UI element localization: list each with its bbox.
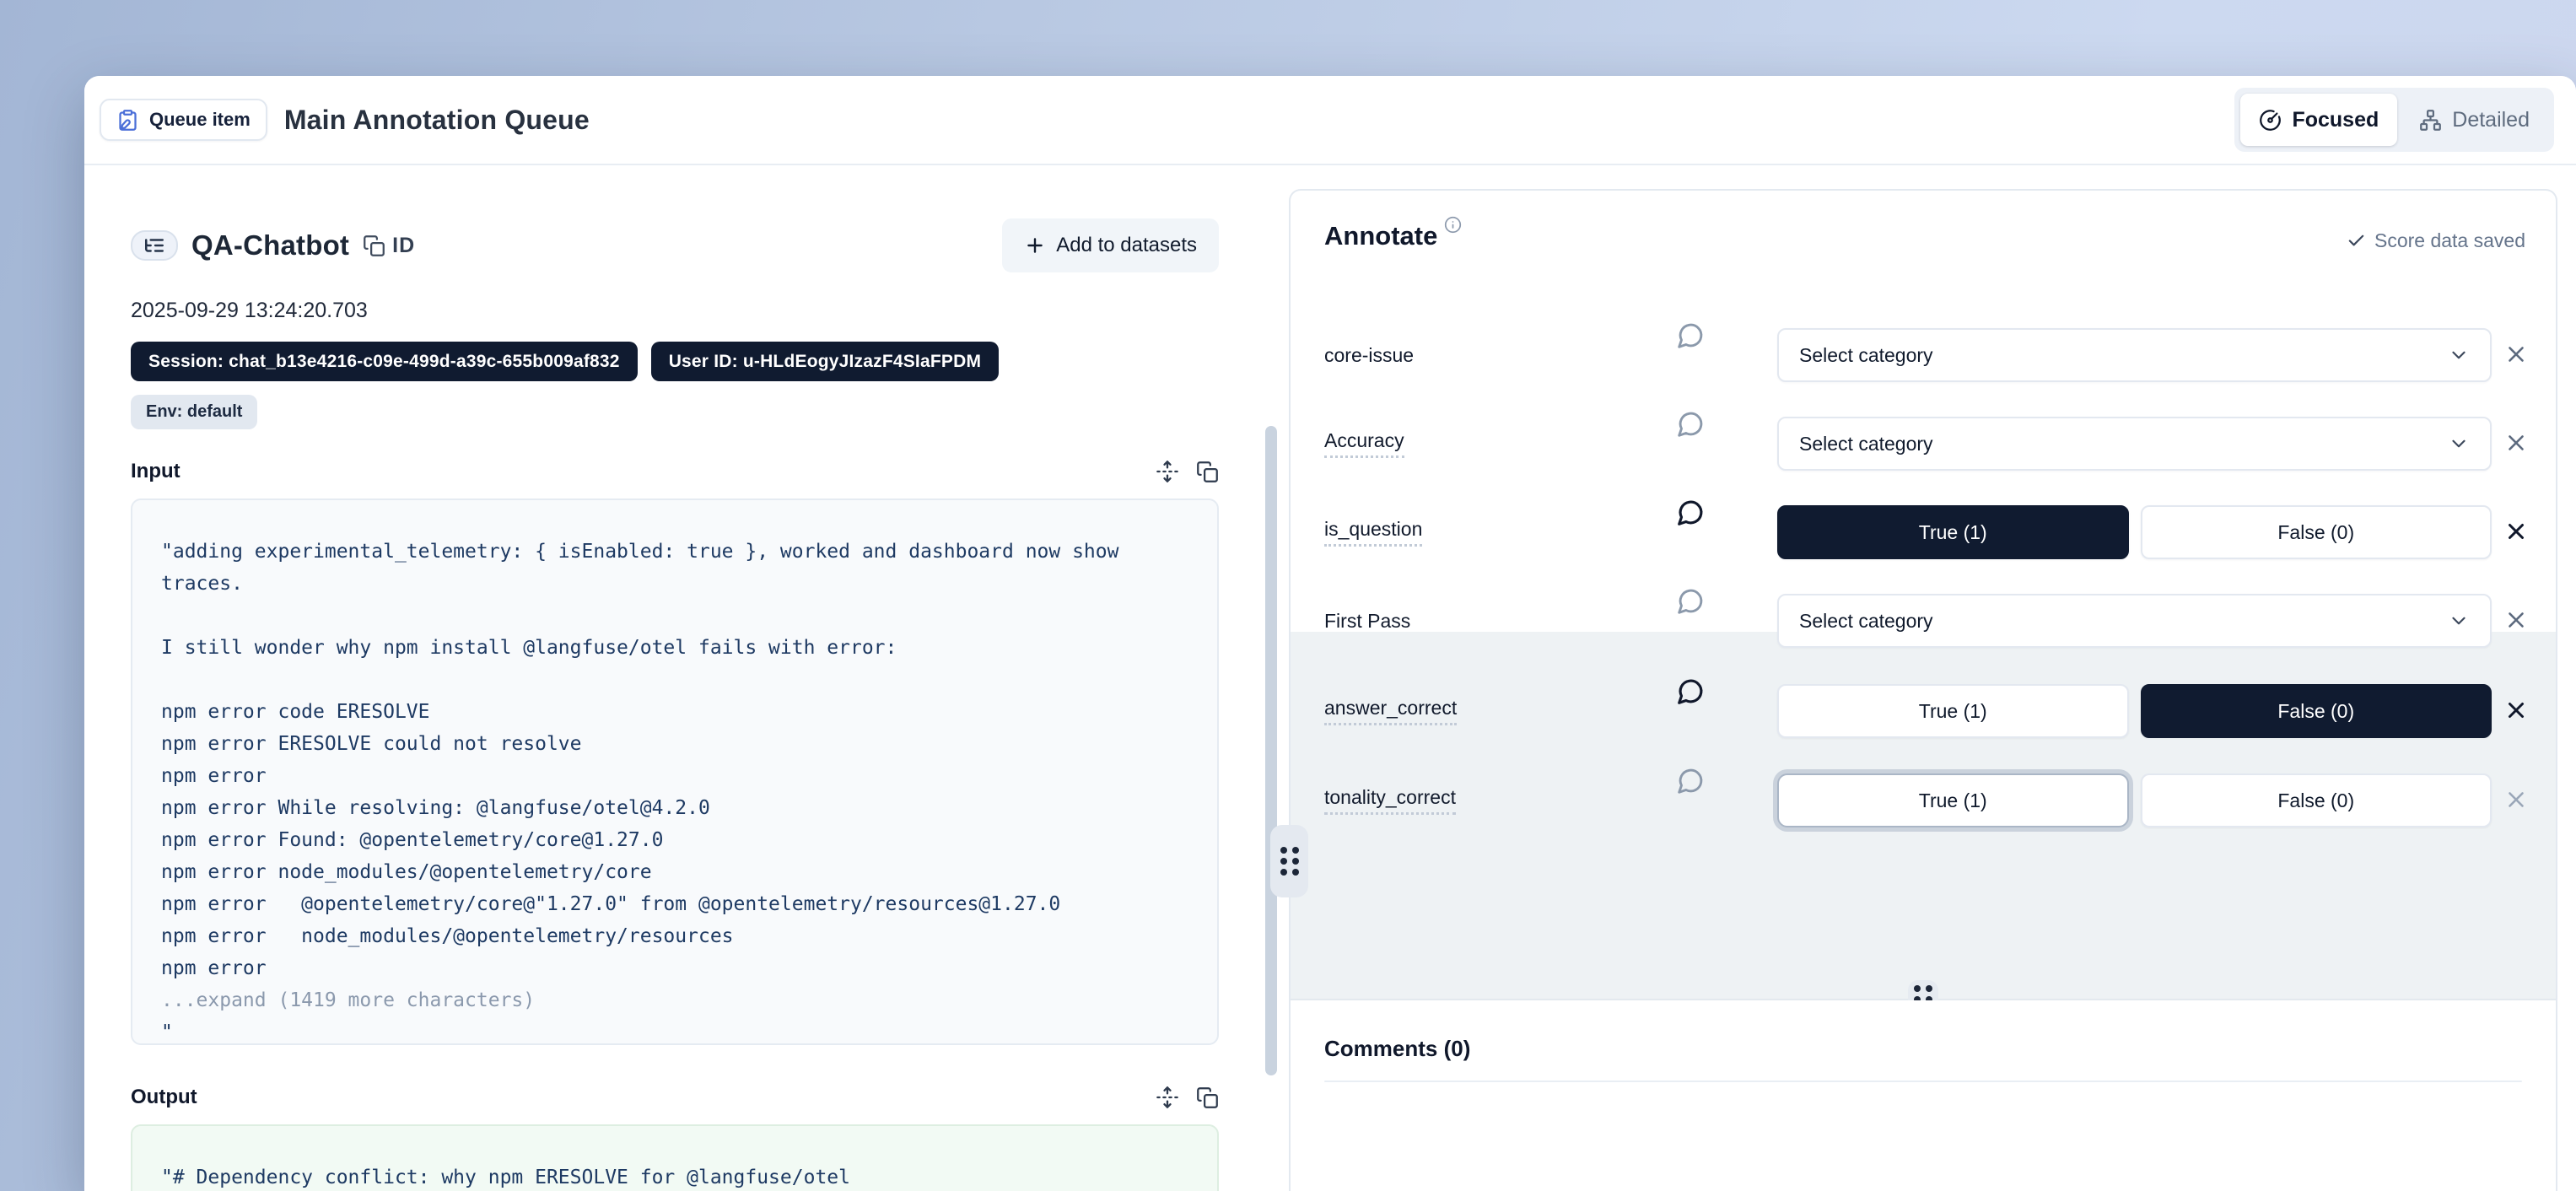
comments-section: Comments (0) xyxy=(1291,1000,2556,1191)
delete-score-icon[interactable] xyxy=(2503,519,2529,544)
comment-bubble-icon[interactable] xyxy=(1677,767,1705,795)
delete-score-icon[interactable] xyxy=(2503,430,2529,455)
copy-id-button[interactable]: ID xyxy=(363,234,415,258)
session-badge[interactable]: Session: chat_b13e4216-c09e-499d-a39c-65… xyxy=(131,342,638,381)
score-label-is-question: is_question xyxy=(1324,518,1422,547)
comment-bubble-icon[interactable] xyxy=(1677,587,1705,615)
comment-bubble-icon[interactable] xyxy=(1677,321,1705,349)
id-label: ID xyxy=(392,234,415,258)
score-label-core-issue: core-issue xyxy=(1324,344,1414,367)
input-section-title: Input xyxy=(131,460,181,483)
check-icon xyxy=(2347,231,2366,251)
score-row: core-issue Select category xyxy=(1324,328,2529,382)
true-button[interactable]: True (1) xyxy=(1777,773,2129,827)
score-row: Accuracy Select category xyxy=(1324,417,2529,471)
left-panel-scrollbar[interactable] xyxy=(1265,426,1277,1075)
workflow-icon xyxy=(2419,109,2442,132)
panel-resize-handle[interactable] xyxy=(1270,825,1308,897)
score-row: answer_correct True (1) False (0) xyxy=(1324,684,2529,738)
chevron-down-icon xyxy=(2448,610,2470,632)
true-button[interactable]: True (1) xyxy=(1777,505,2129,559)
copy-input-icon[interactable] xyxy=(1196,461,1219,483)
clipboard-pen-icon xyxy=(116,109,139,132)
false-button[interactable]: False (0) xyxy=(2141,684,2492,738)
select-placeholder: Select category xyxy=(1799,610,1933,633)
detailed-label: Detailed xyxy=(2452,108,2530,132)
chevron-down-icon xyxy=(2448,344,2470,366)
score-label-answer-correct: answer_correct xyxy=(1324,697,1457,725)
score-label-accuracy: Accuracy xyxy=(1324,429,1404,458)
view-toggle: Focused Detailed xyxy=(2234,88,2554,152)
false-button[interactable]: False (0) xyxy=(2141,773,2492,827)
add-to-datasets-label: Add to datasets xyxy=(1056,234,1197,257)
annotate-title: Annotate xyxy=(1324,221,1437,251)
output-code-block: "# Dependency conflict: why npm ERESOLVE… xyxy=(131,1124,1219,1191)
score-row: First Pass Select category xyxy=(1324,594,2529,648)
comment-bubble-icon[interactable] xyxy=(1677,410,1705,438)
score-row: tonality_correct True (1) False (0) xyxy=(1324,773,2529,827)
score-row: is_question True (1) False (0) xyxy=(1324,505,2529,559)
true-button[interactable]: True (1) xyxy=(1777,684,2129,738)
copy-output-icon[interactable] xyxy=(1196,1086,1219,1109)
env-badge: Env: default xyxy=(131,395,257,429)
trace-type-icon xyxy=(131,230,178,261)
app-window: Queue item Main Annotation Queue Focused xyxy=(84,76,2576,1191)
gauge-icon xyxy=(2259,109,2282,132)
score-saved-label: Score data saved xyxy=(2374,229,2525,252)
trace-panel: QA-Chatbot ID Add to datasets 2025-09-29… xyxy=(131,165,1219,1191)
plus-icon xyxy=(1024,234,1046,256)
category-select[interactable]: Select category xyxy=(1777,417,2492,471)
comments-title: Comments (0) xyxy=(1324,1036,2522,1062)
score-label-tonality-correct: tonality_correct xyxy=(1324,786,1456,815)
delete-score-icon[interactable] xyxy=(2503,607,2529,633)
info-icon xyxy=(1444,216,1462,234)
select-placeholder: Select category xyxy=(1799,344,1933,367)
category-select[interactable]: Select category xyxy=(1777,594,2492,648)
output-section-title: Output xyxy=(131,1086,197,1109)
detailed-view-button[interactable]: Detailed xyxy=(2401,94,2548,146)
comment-bubble-icon[interactable] xyxy=(1677,498,1705,526)
page-title: Main Annotation Queue xyxy=(284,105,590,136)
delete-score-icon[interactable] xyxy=(2503,787,2529,812)
focused-label: Focused xyxy=(2292,108,2379,132)
copy-icon xyxy=(363,234,385,257)
false-button[interactable]: False (0) xyxy=(2141,505,2492,559)
fold-vertical-icon[interactable] xyxy=(1156,460,1179,483)
annotate-panel: Annotate Score data saved core-issue xyxy=(1289,189,2557,1191)
expand-link[interactable]: ...expand (1419 more characters) xyxy=(161,989,535,1011)
output-code-text: "# Dependency conflict: why npm ERESOLVE… xyxy=(161,1167,850,1188)
user-id-badge[interactable]: User ID: u-HLdEogyJIzazF4SIaFPDM xyxy=(651,342,999,381)
queue-item-badge: Queue item xyxy=(100,99,267,141)
score-saved-status: Score data saved xyxy=(2347,229,2525,252)
category-select[interactable]: Select category xyxy=(1777,328,2492,382)
comments-rule xyxy=(1324,1081,2522,1082)
add-to-datasets-button[interactable]: Add to datasets xyxy=(1002,218,1219,272)
comment-bubble-icon[interactable] xyxy=(1677,677,1705,705)
score-label-first-pass: First Pass xyxy=(1324,610,1410,633)
fold-vertical-icon[interactable] xyxy=(1156,1086,1179,1109)
window-header: Queue item Main Annotation Queue Focused xyxy=(84,76,2576,165)
closing-quote: " xyxy=(161,1021,173,1043)
input-code-block: "adding experimental_telemetry: { isEnab… xyxy=(131,498,1219,1045)
delete-score-icon[interactable] xyxy=(2503,342,2529,367)
trace-name: QA-Chatbot xyxy=(191,229,349,261)
trace-timestamp: 2025-09-29 13:24:20.703 xyxy=(131,299,1219,323)
input-code-text: "adding experimental_telemetry: { isEnab… xyxy=(161,541,1118,979)
chevron-down-icon xyxy=(2448,433,2470,455)
queue-item-label: Queue item xyxy=(149,109,251,131)
delete-score-icon[interactable] xyxy=(2503,698,2529,723)
select-placeholder: Select category xyxy=(1799,433,1933,455)
focused-view-button[interactable]: Focused xyxy=(2240,94,2397,146)
